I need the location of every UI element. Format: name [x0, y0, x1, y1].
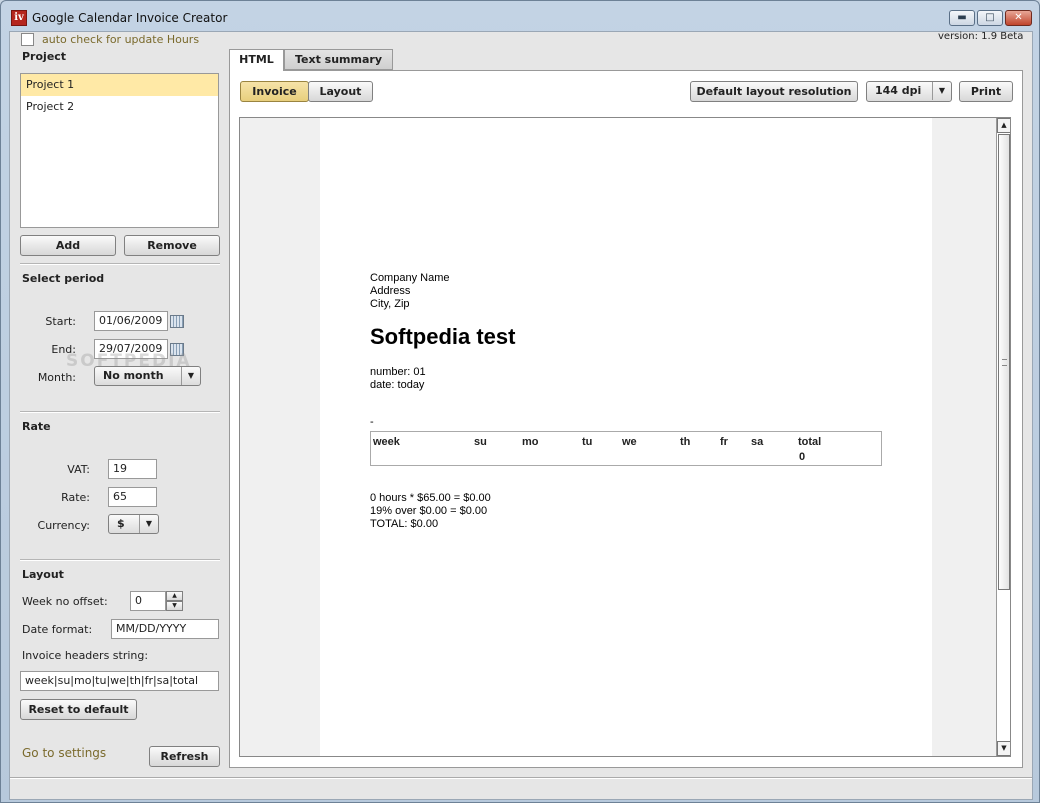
chevron-down-icon: ▼ — [181, 367, 200, 385]
invoice-calculation: 0 hours * $65.00 = $0.00 19% over $0.00 … — [370, 492, 491, 531]
layout-toggle-button[interactable]: Layout — [308, 81, 373, 102]
vat-label: VAT: — [67, 463, 90, 476]
maximize-icon[interactable]: □ — [977, 10, 1003, 26]
dpi-select[interactable]: 144 dpi ▼ — [866, 81, 952, 102]
chevron-down-icon: ▼ — [139, 515, 158, 533]
project-list[interactable]: Project 1 Project 2 — [20, 73, 219, 228]
tab-html[interactable]: HTML — [229, 49, 284, 71]
invoice-date: date: today — [370, 379, 425, 391]
scroll-down-icon[interactable]: ▼ — [997, 741, 1010, 756]
date-format-label: Date format: — [22, 623, 93, 636]
currency-select-value: $ — [117, 517, 125, 530]
headers-string-field[interactable]: week|su|mo|tu|we|th|fr|sa|total — [20, 671, 219, 691]
html-tab-panel: Invoice Layout Default layout resolution… — [229, 70, 1023, 768]
status-bar — [10, 777, 1032, 779]
print-button[interactable]: Print — [959, 81, 1013, 102]
table-header: mo — [522, 436, 539, 448]
list-item[interactable]: Project 1 — [21, 74, 218, 96]
end-date-label: End: — [51, 343, 76, 356]
table-header: su — [474, 436, 487, 448]
start-date-field[interactable]: 01/06/2009 — [94, 311, 168, 331]
reset-to-default-button[interactable]: Reset to default — [20, 699, 137, 720]
month-select[interactable]: No month ▼ — [94, 366, 201, 386]
version-label: version: 1.9 Beta — [938, 31, 1024, 42]
add-project-button[interactable]: Add — [20, 235, 116, 256]
currency-select[interactable]: $ ▼ — [108, 514, 159, 534]
month-select-value: No month — [103, 369, 164, 382]
table-header: week — [373, 436, 400, 448]
spin-up-icon[interactable]: ▲ — [166, 591, 183, 601]
invoice-dash: - — [370, 416, 374, 428]
list-item[interactable]: Project 2 — [21, 96, 218, 118]
invoice-preview: Company Name Address City, Zip Softpedia… — [239, 117, 1011, 757]
table-header: th — [680, 436, 691, 448]
app-icon: iv — [11, 10, 27, 26]
scrollbar-thumb[interactable] — [998, 134, 1010, 590]
scrollbar-grip — [1002, 359, 1007, 366]
update-checkbox-label: auto check for update Hours — [42, 33, 200, 46]
client-area: auto check for update Hours version: 1.9… — [9, 31, 1033, 800]
chevron-down-icon: ▼ — [932, 82, 951, 100]
title-bar[interactable]: iv Google Calendar Invoice Creator ▬ □ ✕ — [1, 1, 1039, 31]
minimize-icon[interactable]: ▬ — [949, 10, 975, 26]
go-to-settings-link[interactable]: Go to settings — [22, 746, 106, 760]
refresh-button[interactable]: Refresh — [149, 746, 220, 767]
currency-label: Currency: — [37, 519, 90, 532]
scroll-up-icon[interactable]: ▲ — [997, 118, 1010, 133]
date-format-field[interactable]: MM/DD/YYYY — [111, 619, 219, 639]
invoice-meta: number: 01 date: today — [370, 366, 426, 392]
app-window: iv Google Calendar Invoice Creator ▬ □ ✕… — [0, 0, 1040, 803]
calc-hours: 0 hours * $65.00 = $0.00 — [370, 492, 491, 504]
invoice-table: week su mo tu we th fr sa total 0 — [370, 431, 882, 466]
table-header: sa — [751, 436, 764, 448]
rate-label: Rate: — [61, 491, 90, 504]
month-label: Month: — [37, 371, 76, 384]
table-header: total — [798, 436, 822, 448]
table-total-value: 0 — [799, 451, 806, 463]
spin-down-icon[interactable]: ▼ — [166, 601, 183, 611]
table-header: tu — [582, 436, 593, 448]
divider — [20, 263, 220, 265]
table-header: fr — [720, 436, 728, 448]
default-layout-resolution-button[interactable]: Default layout resolution — [690, 81, 858, 102]
table-header: we — [622, 436, 637, 448]
update-checkbox[interactable] — [21, 33, 34, 46]
rate-section-title: Rate — [22, 420, 51, 433]
tab-text-summary[interactable]: Text summary — [284, 49, 393, 70]
layout-section-title: Layout — [22, 568, 64, 581]
vertical-scrollbar[interactable]: ▲ ▼ — [996, 118, 1010, 756]
divider — [20, 559, 220, 561]
headers-string-label: Invoice headers string: — [22, 649, 149, 662]
company-block: Company Name Address City, Zip — [370, 272, 449, 311]
period-section-title: Select period — [22, 272, 105, 285]
vat-field[interactable]: 19 — [108, 459, 157, 479]
company-address: Address — [370, 285, 411, 297]
invoice-page: Company Name Address City, Zip Softpedia… — [320, 118, 932, 756]
calendar-icon[interactable] — [170, 343, 184, 356]
invoice-number: number: 01 — [370, 366, 426, 378]
dpi-select-value: 144 dpi — [875, 84, 922, 97]
close-icon[interactable]: ✕ — [1005, 10, 1032, 26]
calc-vat: 19% over $0.00 = $0.00 — [370, 505, 488, 517]
calc-total: TOTAL: $0.00 — [370, 518, 439, 530]
start-date-label: Start: — [45, 315, 76, 328]
company-city: City, Zip — [370, 298, 410, 310]
divider — [20, 411, 220, 413]
window-title: Google Calendar Invoice Creator — [32, 11, 228, 25]
end-date-field[interactable]: 29/07/2009 — [94, 339, 168, 359]
project-section-title: Project — [22, 50, 67, 63]
invoice-toggle-button[interactable]: Invoice — [240, 81, 309, 102]
invoice-title: Softpedia test — [370, 324, 516, 349]
week-offset-label: Week no offset: — [22, 595, 108, 608]
remove-project-button[interactable]: Remove — [124, 235, 220, 256]
company-name: Company Name — [370, 272, 450, 284]
week-offset-field[interactable]: 0 — [130, 591, 166, 611]
calendar-icon[interactable] — [170, 315, 184, 328]
rate-field[interactable]: 65 — [108, 487, 157, 507]
